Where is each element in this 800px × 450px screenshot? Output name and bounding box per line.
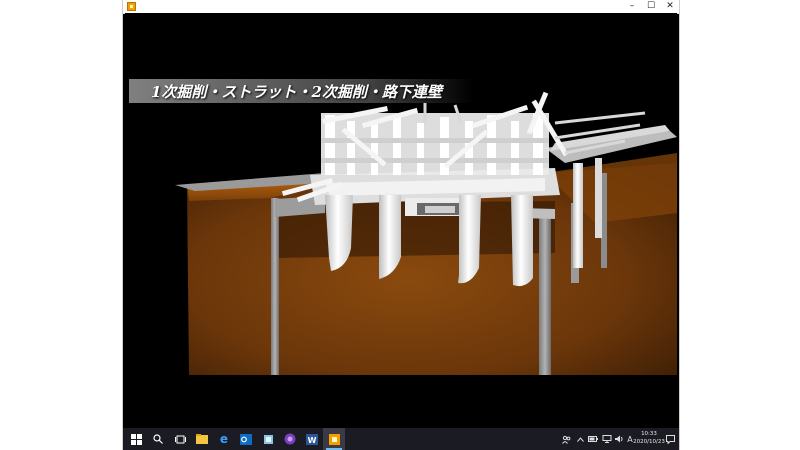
title-bar[interactable]: – ☐ ✕ [123, 0, 679, 14]
battery-icon[interactable] [587, 428, 599, 450]
people-icon[interactable] [559, 428, 573, 450]
diaphragm-wall-left [271, 198, 279, 375]
action-center-icon[interactable] [663, 428, 677, 450]
taskbar: e W A 10:33 2020/10/23 [123, 428, 679, 450]
windows-start-icon[interactable] [125, 428, 147, 450]
app-icon [127, 2, 136, 11]
search-icon[interactable] [147, 428, 169, 450]
file-explorer-icon[interactable] [191, 428, 213, 450]
minimize-button[interactable]: – [623, 0, 641, 13]
pile-column [511, 195, 533, 287]
volume-icon[interactable] [614, 428, 624, 450]
maximize-button[interactable]: ☐ [642, 0, 660, 13]
diaphragm-wall-right [539, 213, 551, 375]
outlook-icon[interactable] [235, 428, 257, 450]
edge-icon[interactable]: e [213, 428, 235, 450]
media-app-icon[interactable] [279, 428, 301, 450]
app-icon[interactable] [257, 428, 279, 450]
chevron-up-icon[interactable] [575, 428, 585, 450]
caption-text: 1次掘削・ストラット・2次掘削・路下連壁 [151, 83, 442, 101]
task-view-icon[interactable] [169, 428, 191, 450]
network-icon[interactable] [601, 428, 613, 450]
pile-column [458, 195, 481, 284]
app-window: – ☐ ✕ 1次掘削・ストラット・2次掘削・路下連壁 [123, 0, 679, 450]
video-frame[interactable]: 1次掘削・ストラット・2次掘削・路下連壁 [125, 13, 677, 426]
word-icon[interactable]: W [301, 428, 323, 450]
video-player-icon[interactable] [323, 428, 345, 450]
construction-scene [175, 91, 677, 375]
close-button[interactable]: ✕ [661, 0, 679, 13]
svg-text:W: W [308, 436, 317, 445]
caption-banner: 1次掘削・ストラット・2次掘削・路下連壁 [129, 79, 473, 103]
